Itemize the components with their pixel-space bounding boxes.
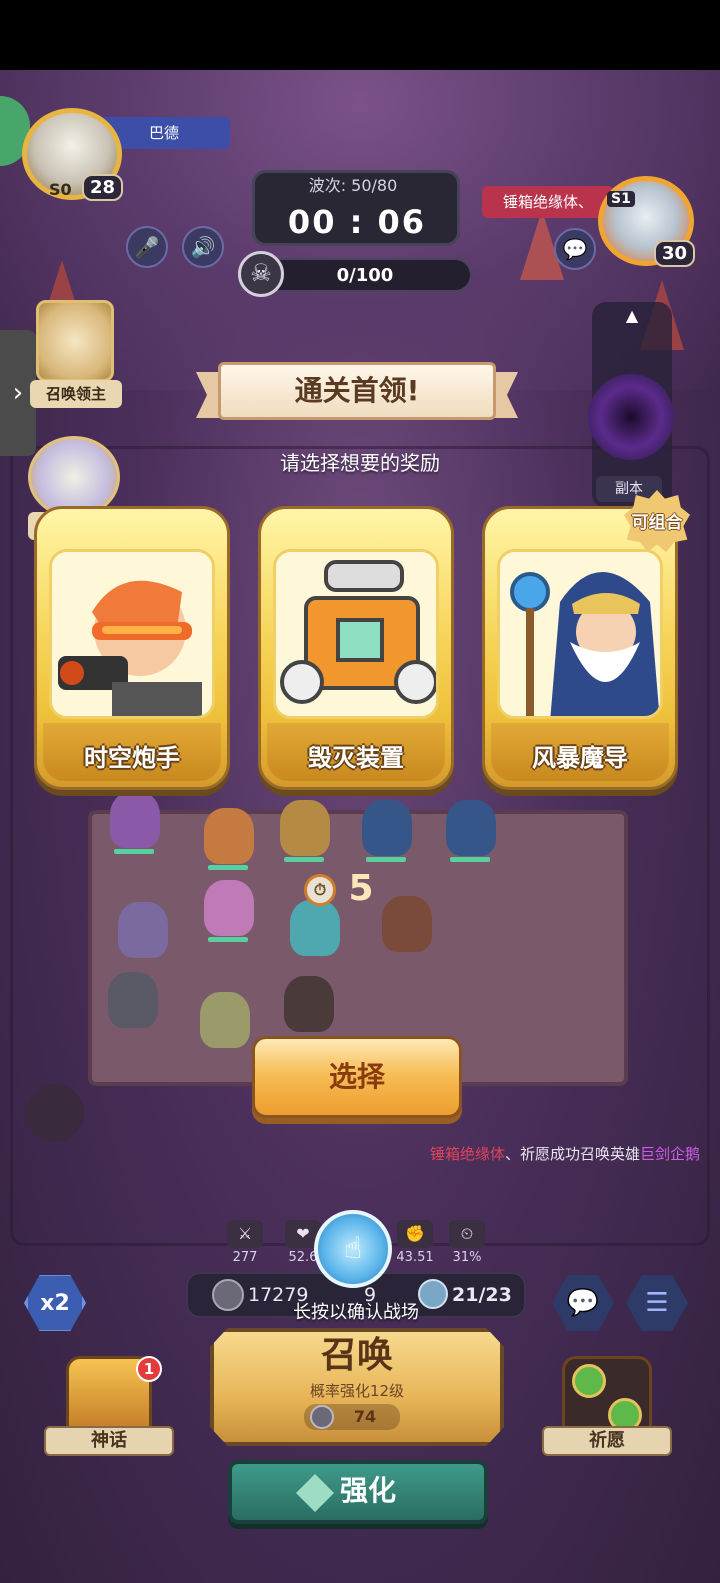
chat-icon: 💬: [566, 1288, 600, 1318]
summon-broadcast: 锤箱绝缘体、祈愿成功召唤英雄巨剑企鹅: [360, 1142, 700, 1166]
hero-portrait-mage: [497, 549, 663, 719]
long-press-hint: 长按以确认战场: [293, 1302, 419, 1323]
chat-icon: 💬: [562, 237, 588, 261]
hero-unit[interactable]: [108, 972, 158, 1028]
hp-bar: [208, 865, 248, 870]
select-reward-button[interactable]: 选择: [252, 1036, 462, 1118]
hero-unit[interactable]: [280, 800, 330, 862]
opponent-name: 锤箱绝缘体、: [482, 186, 614, 218]
hero-unit[interactable]: [204, 808, 254, 870]
robot-icon: [276, 552, 436, 716]
summoner-lord-portrait[interactable]: [36, 300, 114, 382]
combo-badge-label: 可组合: [631, 513, 683, 533]
stat-attack[interactable]: ⚔ 277: [222, 1220, 268, 1270]
voice-button[interactable]: 🔊: [182, 226, 224, 268]
upgrade-label: 强化: [340, 1474, 397, 1507]
card-name: 毁灭装置: [308, 744, 404, 772]
wizard-icon: [500, 552, 660, 716]
stat-value: 277: [232, 1250, 258, 1265]
hp-bar: [366, 857, 406, 862]
clover-icon: [572, 1364, 606, 1398]
power-icon: ✊: [397, 1220, 433, 1248]
countdown-value: 5: [348, 868, 374, 909]
player-avatar[interactable]: S0 28: [22, 108, 123, 201]
hero-unit[interactable]: [446, 800, 496, 862]
summoner-lord-label: 召唤领主: [30, 380, 122, 408]
select-countdown: ⏱ 5: [304, 868, 394, 912]
chevron-up-icon[interactable]: ▲: [620, 306, 644, 326]
broadcast-player: 锤箱绝缘体: [429, 1145, 505, 1163]
opponent-avatar[interactable]: S1 30: [598, 176, 695, 267]
wish-label: 祈愿: [542, 1426, 672, 1456]
status-bar: [0, 0, 720, 70]
hero-unit[interactable]: [204, 880, 254, 942]
tap-hand-icon: ☝: [314, 1210, 392, 1288]
hero-portrait-gunner: [49, 549, 215, 719]
stat-power[interactable]: ✊ 43.51: [392, 1220, 438, 1270]
hero-unit[interactable]: [200, 992, 250, 1048]
player-level: 28: [81, 174, 123, 201]
myth-notification-badge: 1: [136, 1356, 162, 1382]
wave-timer: 00 : 06: [287, 203, 427, 241]
gunner-icon: [52, 552, 212, 716]
wish-button[interactable]: 祈愿: [542, 1350, 672, 1462]
speed-stat-icon: ⏲: [449, 1220, 485, 1248]
reward-subtitle: 请选择想要的奖励: [280, 451, 440, 475]
card-name: 时空炮手: [84, 744, 180, 772]
dungeon-portal[interactable]: [588, 374, 674, 460]
hp-bar: [450, 857, 490, 862]
skull-icon: ☠: [238, 251, 284, 297]
stat-speed[interactable]: ⏲ 31%: [444, 1220, 490, 1270]
chevron-right-icon: ›: [12, 378, 24, 408]
hero-unit[interactable]: [118, 902, 168, 958]
hp-bar: [284, 857, 324, 862]
banner-title: 通关首领!: [218, 362, 496, 420]
summon-cost: 74: [353, 1407, 377, 1426]
population-count: 21/23: [452, 1284, 512, 1306]
gear-icon[interactable]: [26, 1084, 84, 1142]
mic-off-button[interactable]: 🎤: [126, 226, 168, 268]
menu-icon: ☰: [645, 1288, 669, 1318]
player-season-tag: S0: [49, 180, 72, 199]
wave-counter: 波次: 50/80: [308, 176, 398, 195]
hero-unit[interactable]: [362, 800, 412, 862]
clock-icon: ⏱: [304, 874, 336, 906]
reward-card-chrono-gunner[interactable]: 时空炮手: [34, 506, 230, 790]
broadcast-hero: 巨剑企鹅: [639, 1145, 700, 1163]
mic-off-icon: 🎤: [134, 235, 160, 259]
summon-title: 召唤: [320, 1335, 393, 1376]
hp-bar: [114, 849, 154, 854]
coin-icon: [310, 1405, 334, 1429]
coin-icon: [212, 1279, 244, 1311]
attack-icon: ⚔: [227, 1220, 263, 1248]
speaker-icon: 🔊: [190, 235, 216, 259]
summon-subtitle: 概率强化12级: [309, 1382, 405, 1400]
opponent-level: 30: [653, 240, 695, 267]
opponent-season-tag: S1: [607, 191, 635, 207]
chat-button[interactable]: 💬: [554, 228, 596, 270]
myth-label: 神话: [44, 1426, 174, 1456]
card-name: 风暴魔导: [532, 744, 628, 772]
stat-value: 31%: [452, 1250, 482, 1265]
hp-bar: [208, 937, 248, 942]
hero-portrait-device: [273, 549, 439, 719]
hero-unit[interactable]: [110, 792, 160, 854]
hero-unit[interactable]: [284, 976, 334, 1032]
kill-progress-text: 0/100: [336, 265, 394, 286]
boss-clear-banner: 通关首领!: [196, 362, 518, 426]
stat-value: 43.51: [396, 1250, 434, 1265]
reward-card-destruction-device[interactable]: 毁灭装置: [258, 506, 454, 790]
broadcast-text: 、祈愿成功召唤英雄: [504, 1145, 640, 1163]
